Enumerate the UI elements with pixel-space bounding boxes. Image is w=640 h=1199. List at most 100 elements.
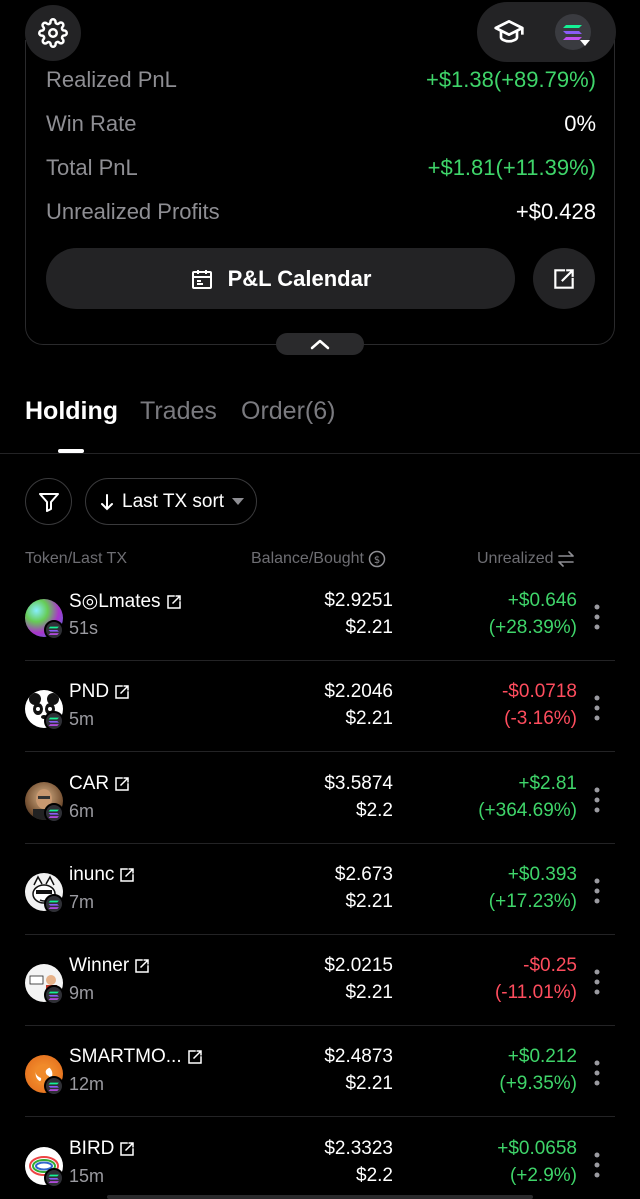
external-link-icon[interactable] [186, 1048, 204, 1066]
unrealized-percent: (+2.9%) [509, 1165, 577, 1186]
holding-row[interactable]: PND 5m $2.2046 $2.21 -$0.0718 (-3.16%) [0, 681, 640, 772]
more-options-icon[interactable] [594, 695, 600, 721]
swap-icon[interactable] [557, 551, 575, 567]
last-tx-time: 15m [69, 1166, 105, 1186]
external-link-icon[interactable] [113, 775, 131, 793]
token-name[interactable]: S◎Lmates [69, 590, 183, 613]
holding-row[interactable]: SMARTMO... 12m $2.4873 $2.21 +$0.212 (+9.35%) [0, 1046, 640, 1137]
last-tx-time: 51s [69, 618, 99, 638]
total-pnl-label: Total PnL [46, 155, 138, 180]
token-bought: $2.2 [356, 1165, 393, 1186]
row-divider [25, 660, 615, 661]
unrealized-value: +$2.81 [518, 773, 577, 794]
token-balance: $2.9251 [324, 590, 393, 611]
solana-chain-badge-icon [44, 620, 64, 640]
token-bought: $2.21 [345, 982, 393, 1003]
external-link-icon[interactable] [118, 1140, 136, 1158]
token-name[interactable]: PND [69, 681, 131, 703]
tabs-divider [0, 453, 640, 454]
token-balance: $3.5874 [324, 773, 393, 794]
column-unrealized-header[interactable]: Unrealized [477, 550, 575, 568]
more-options-icon[interactable] [594, 969, 600, 995]
tab-holding[interactable]: Holding [25, 397, 118, 426]
token-name[interactable]: SMARTMO... [69, 1046, 204, 1068]
more-options-icon[interactable] [594, 1060, 600, 1086]
external-link-icon[interactable] [118, 866, 136, 884]
more-options-icon[interactable] [594, 878, 600, 904]
token-name-label: CAR [69, 773, 110, 794]
token-name[interactable]: inunc [69, 864, 136, 886]
realized-pnl-label: Realized PnL [46, 67, 177, 92]
chevron-up-icon [310, 339, 330, 350]
home-indicator [107, 1195, 533, 1199]
token-bought: $2.21 [345, 708, 393, 729]
last-tx-time: 7m [69, 892, 95, 912]
unrealized-value: +$0.212 [507, 1046, 577, 1067]
unrealized-value: +$0.646 [507, 590, 577, 611]
arrow-down-icon [101, 493, 113, 510]
realized-pnl-row: Realized PnL +$1.38(+89.79%) [46, 67, 596, 97]
sort-dropdown[interactable]: Last TX sort [85, 478, 257, 525]
share-button[interactable] [533, 248, 595, 309]
token-balance: $2.0215 [324, 955, 393, 976]
win-rate-label: Win Rate [46, 111, 137, 136]
token-balance: $2.3323 [324, 1138, 393, 1159]
svg-text:$: $ [374, 555, 380, 566]
more-options-icon[interactable] [594, 604, 600, 630]
win-rate-value: 0% [564, 111, 596, 136]
holding-row[interactable]: CAR 6m $3.5874 $2.2 +$2.81 (+364.69%) [0, 773, 640, 864]
token-name[interactable]: Winner [69, 955, 151, 977]
unrealized-profits-label: Unrealized Profits [46, 199, 220, 224]
more-options-icon[interactable] [594, 787, 600, 813]
token-balance: $2.4873 [324, 1046, 393, 1067]
holding-row[interactable]: BIRD 15m $2.3323 $2.2 +$0.0658 (+2.9%) [0, 1138, 640, 1199]
currency-toggle-icon[interactable]: $ [368, 550, 386, 568]
column-token-header: Token/Last TX [25, 550, 127, 568]
token-bought: $2.21 [345, 891, 393, 912]
solana-chain-badge-icon [44, 1168, 64, 1188]
tab-orders[interactable]: Order(6) [241, 397, 335, 426]
column-token-label: Token/Last TX [25, 550, 127, 567]
realized-pnl-value: +$1.38(+89.79%) [425, 67, 596, 92]
external-link-icon [554, 268, 574, 289]
token-name-label: BIRD [69, 1138, 115, 1159]
token-name[interactable]: CAR [69, 773, 131, 795]
token-bought: $2.2 [356, 800, 393, 821]
calendar-icon [191, 269, 212, 289]
token-bought: $2.21 [345, 617, 393, 638]
caret-down-icon [232, 497, 245, 505]
unrealized-percent: (+17.23%) [488, 891, 577, 912]
more-options-icon[interactable] [594, 1152, 600, 1178]
solana-chain-badge-icon [44, 985, 64, 1005]
column-balance-label: Balance/Bought [251, 550, 364, 567]
holding-row[interactable]: Winner 9m $2.0215 $2.21 -$0.25 (-11.01%) [0, 955, 640, 1046]
row-divider [25, 751, 615, 752]
unrealized-profits-row: Unrealized Profits +$0.428 [46, 199, 596, 229]
token-balance: $2.2046 [324, 681, 393, 702]
token-bought: $2.21 [345, 1073, 393, 1094]
column-balance-header[interactable]: Balance/Bought $ [251, 550, 386, 568]
token-name-label: inunc [69, 864, 115, 885]
external-link-icon[interactable] [165, 593, 183, 611]
last-tx-time: 6m [69, 801, 95, 821]
holding-row[interactable]: S◎Lmates 51s $2.9251 $2.21 +$0.646 (+28.39%) [0, 590, 640, 681]
pnl-calendar-label: P&L Calendar [227, 265, 372, 291]
external-link-icon[interactable] [113, 683, 131, 701]
sort-label: Last TX sort [122, 490, 225, 512]
solana-chain-badge-icon [44, 803, 64, 823]
pnl-calendar-button[interactable]: P&L Calendar [46, 248, 515, 309]
win-rate-row: Win Rate 0% [46, 111, 596, 141]
token-name-label: S◎Lmates [69, 591, 161, 612]
filter-button[interactable] [25, 478, 72, 525]
token-name[interactable]: BIRD [69, 1138, 136, 1160]
solana-chain-badge-icon [44, 1076, 64, 1096]
tab-trades[interactable]: Trades [140, 397, 217, 426]
collapse-button[interactable] [276, 333, 364, 355]
solana-chain-badge-icon [44, 711, 64, 731]
row-divider [25, 1116, 615, 1117]
row-divider [25, 1025, 615, 1026]
unrealized-percent: (+9.35%) [499, 1073, 577, 1094]
token-name-label: PND [69, 681, 110, 702]
holding-row[interactable]: inunc 7m $2.673 $2.21 +$0.393 (+17.23%) [0, 864, 640, 955]
external-link-icon[interactable] [133, 957, 151, 975]
